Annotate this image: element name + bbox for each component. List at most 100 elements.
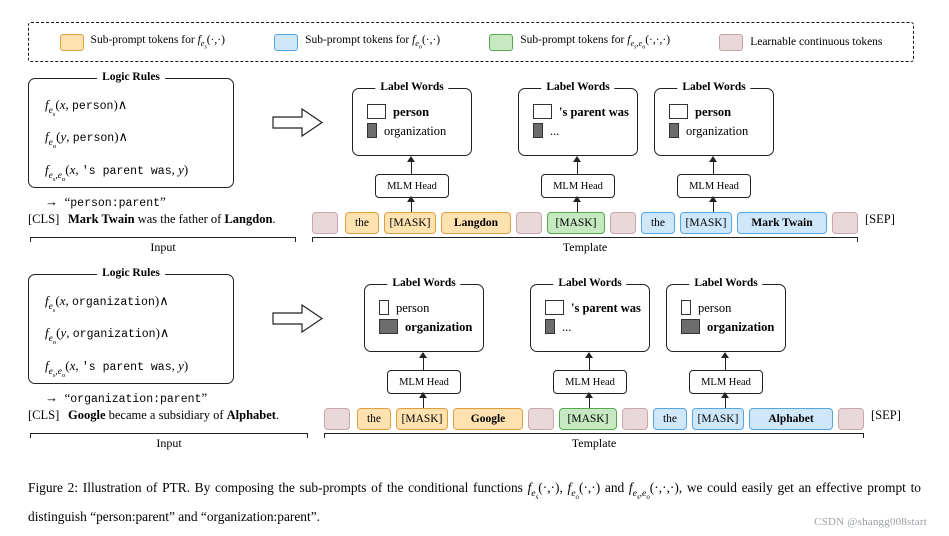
bar-icon [545,300,564,315]
object-entity-1: Langdon [224,212,273,226]
label-words-title-2-3: Label Words [689,277,763,289]
bar-icon [669,104,688,119]
logic-rules-body-1: fes(x, person)∧ feo(y, person)∧ fes,eo(x… [29,79,233,215]
template-label-1: Template [557,240,613,255]
legend-swatch-es [59,33,84,51]
input-span-2: Input [30,433,308,451]
input-label-2: Input [151,436,187,451]
figure-caption: Figure 2: Illustration of PTR. By compos… [28,480,921,524]
legend-label-eseo: Sub-prompt tokens for fes,eo(·,·,·) [520,33,671,51]
arrow-shaft [423,356,425,370]
bar-icon [545,319,555,334]
label-word-row: person [379,298,483,317]
token-es-the: the [345,212,379,234]
arrow-head [407,156,415,162]
bar-icon [379,319,398,334]
mlm-head-1-3: MLM Head [677,174,751,198]
label-words-title-1-2: Label Words [541,81,615,93]
legend: Sub-prompt tokens for fes(·,·) Sub-promp… [28,22,914,62]
arrow-shaft [577,160,579,174]
subject-entity-2: Google [68,408,106,422]
label-words-box-2-1: Label Words person organization [364,277,484,352]
token-learnable [832,212,858,234]
token-learnable [528,408,554,430]
input-label-1: Input [145,240,181,255]
arrow-head [419,392,427,398]
arrow-shaft [713,160,715,174]
token-es-entity: Google [453,408,523,430]
arrow-head [709,156,717,162]
template-label-2: Template [566,436,622,451]
cls-token-1: [CLS] [28,212,60,226]
logic-line-2-1: fes(x, organization)∧ [45,293,169,314]
logic-line-2-2: feo(y, organization)∧ [45,325,170,346]
arrow-head [709,196,717,202]
logic-line-1-1: fes(x, person)∧ [45,97,128,118]
bar-icon [669,123,679,138]
arrow-shaft [725,356,727,370]
logic-line-1-2: feo(y, person)∧ [45,129,129,150]
label-words-title-2-1: Label Words [387,277,461,289]
bar-icon [533,104,552,119]
label-word-text: 's parent was [559,104,629,119]
label-word-text: person [393,104,430,119]
object-entity-2: Alphabet [226,408,276,422]
legend-item-eo: Sub-prompt tokens for feo(·,·) [274,33,441,51]
logic-line-2-3: fes,eo(x, 's parent was, y) [45,357,189,379]
token-es-entity: Langdon [441,212,511,234]
legend-label-es: Sub-prompt tokens for fes(·,·) [90,33,225,51]
token-eo-entity: Mark Twain [737,212,827,234]
token-learnable [838,408,864,430]
arrow-head [721,392,729,398]
arrow-head [573,196,581,202]
legend-item-es: Sub-prompt tokens for fes(·,·) [59,33,225,51]
token-learnable [324,408,350,430]
token-es-mask: [MASK] [384,212,436,234]
label-word-text: organization [707,319,775,334]
logic-rules-box-1: Logic Rules fes(x, person)∧ feo(y, perso… [28,71,234,210]
label-word-row: organization [669,121,773,140]
mlm-head-1-1: MLM Head [375,174,449,198]
mlm-head-2-1: MLM Head [387,370,461,394]
token-eo-entity: Alphabet [749,408,833,430]
composition-arrow-1 [272,108,324,138]
label-words-box-1-3: Label Words person organization [654,81,774,156]
arrow-head [419,352,427,358]
arrow-head [585,392,593,398]
label-word-text: organization [405,319,473,334]
input-span-1: Input [30,237,296,255]
arrow-head [721,352,729,358]
logic-rules-title-1: Logic Rules [97,71,165,83]
label-words-title-1-1: Label Words [375,81,449,93]
subject-entity-1: Mark Twain [68,212,135,226]
token-eo-mask: [MASK] [692,408,744,430]
label-word-row: 's parent was [533,102,637,121]
watermark: CSDN @shangg008start [814,516,927,528]
cls-token-2: [CLS] [28,408,60,422]
label-word-row: person [669,102,773,121]
logic-rules-box-2: Logic Rules fes(x, organization)∧ feo(y,… [28,267,234,406]
sentence-2: Google became a subsidiary of Alphabet. [68,408,280,422]
legend-swatch-eo [274,33,299,51]
legend-swatch-learnable [719,33,744,51]
bar-icon [533,123,543,138]
token-learnable [622,408,648,430]
token-eo-the: the [641,212,675,234]
token-es-the: the [357,408,391,430]
arrow-head [573,156,581,162]
sep-token-1: [SEP] [865,212,895,226]
token-learnable [610,212,636,234]
label-word-text: ... [550,123,560,138]
label-word-text: person [695,104,732,119]
legend-item-learnable: Learnable continuous tokens [719,33,882,51]
arrow-shaft [411,160,413,174]
sep-token-2: [SEP] [871,408,901,422]
label-word-row: organization [367,121,471,140]
label-word-text: ... [562,319,572,334]
composition-arrow-2 [272,304,324,334]
legend-label-eo: Sub-prompt tokens for feo(·,·) [305,33,441,51]
label-word-text: person [396,300,430,315]
logic-rules-title-2: Logic Rules [97,267,165,279]
arrow-head [585,352,593,358]
token-eseo-mask: [MASK] [559,408,617,430]
